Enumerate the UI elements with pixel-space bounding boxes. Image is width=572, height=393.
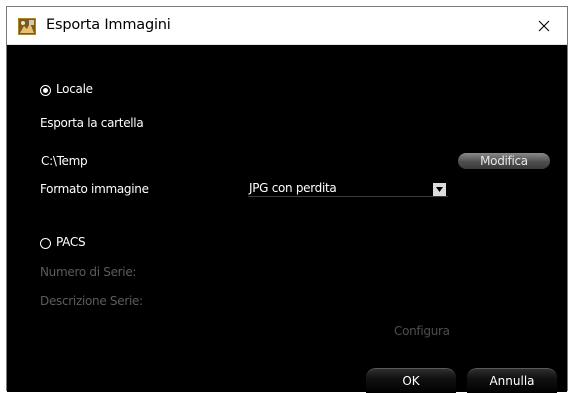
export-folder-label: Esporta la cartella [40,116,144,130]
app-icon [18,18,36,35]
ok-button[interactable]: OK [366,368,456,393]
image-format-value: JPG con perdita [249,181,337,195]
dropdown-arrow-icon[interactable] [433,183,446,196]
triangle-down-icon [436,187,443,192]
local-radio-label[interactable]: Locale [56,82,93,96]
dialog-content: Locale Esporta la cartella C:\Temp Modif… [7,45,567,393]
series-description-label: Descrizione Serie: [40,294,143,308]
export-folder-path: C:\Temp [41,154,88,168]
export-images-dialog: Esporta Immagini Locale Esporta la carte… [6,6,568,393]
image-format-label: Formato immagine [40,182,149,196]
pacs-radio-label[interactable]: PACS [56,235,86,249]
close-button[interactable] [521,7,567,44]
modify-button[interactable]: Modifica [458,153,550,169]
image-format-select[interactable]: JPG con perdita [248,181,448,197]
radio-selected-dot [43,88,48,93]
window-title: Esporta Immagini [46,17,171,33]
local-radio[interactable] [40,85,51,96]
series-number-label: Numero di Serie: [40,265,137,279]
title-bar: Esporta Immagini [7,7,567,45]
pacs-radio[interactable] [40,238,51,249]
cancel-button[interactable]: Annulla [467,368,557,393]
configure-button[interactable]: Configura [394,324,450,338]
close-icon [538,20,550,31]
